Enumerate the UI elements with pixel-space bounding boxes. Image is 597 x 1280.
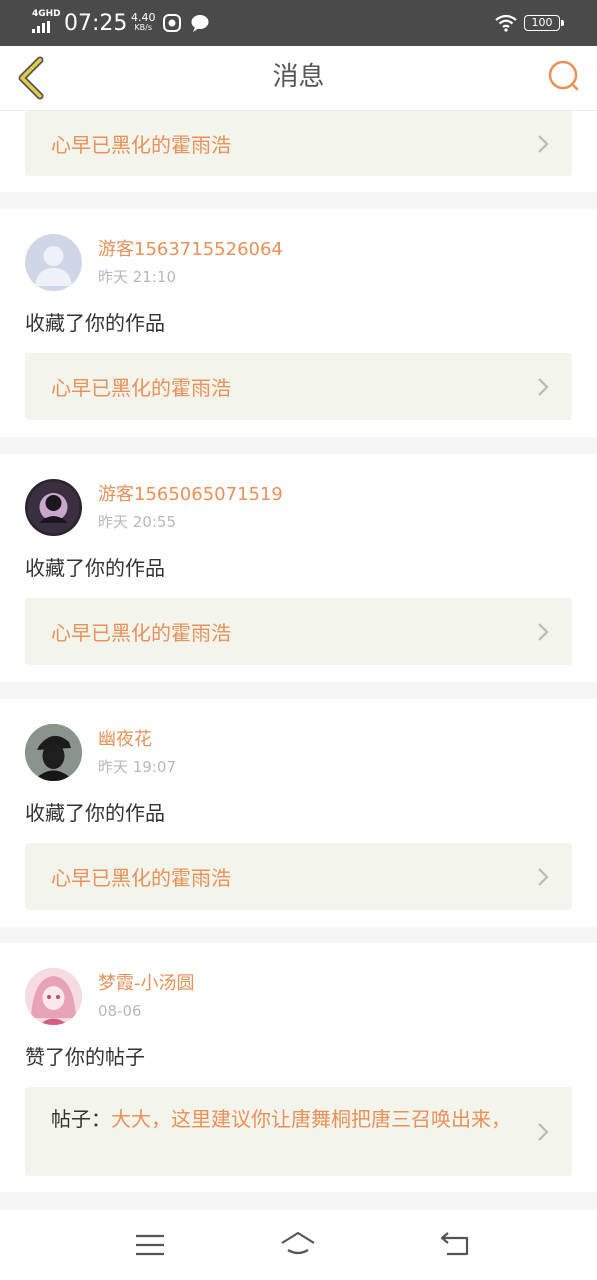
message-notification-icon xyxy=(191,15,209,32)
post-link[interactable]: 帖子：大大，这里建议你让唐舞桐把唐三召唤出来， xyxy=(25,1087,572,1176)
wifi-icon xyxy=(495,14,517,32)
network-type: 4GHD xyxy=(32,9,61,19)
username[interactable]: 游客1563715526064 xyxy=(98,239,283,261)
work-title: 心早已黑化的霍雨浩 xyxy=(51,376,231,400)
home-icon[interactable] xyxy=(280,1230,316,1260)
work-link[interactable]: 心早已黑化的霍雨浩 xyxy=(25,353,572,420)
work-link[interactable]: 心早已黑化的霍雨浩 xyxy=(25,843,572,910)
page-title: 消息 xyxy=(272,62,325,92)
message-card: 心早已黑化的霍雨浩 xyxy=(0,111,597,192)
signal-icon xyxy=(32,21,54,33)
post-text: 大大，这里建议你让唐舞桐把唐三召唤出来， xyxy=(111,1107,511,1131)
message-card: 幽夜花 昨天 19:07 收藏了你的作品 心早已黑化的霍雨浩 xyxy=(0,699,597,927)
app-header: 消息 xyxy=(0,46,597,111)
chevron-right-icon xyxy=(538,134,549,153)
status-bar: 4GHD 07:25 4.40 KB/s 100 xyxy=(0,0,597,46)
battery-indicator: 100 xyxy=(524,15,564,31)
message-card: 游客1565065071519 昨天 20:55 收藏了你的作品 心早已黑化的霍… xyxy=(0,454,597,682)
chevron-right-icon xyxy=(538,867,549,886)
avatar[interactable] xyxy=(25,968,82,1025)
network-speed-unit: KB/s xyxy=(134,23,153,32)
back-icon[interactable] xyxy=(437,1230,473,1260)
network-speed: 4.40 KB/s xyxy=(131,12,156,32)
action-text: 收藏了你的作品 xyxy=(25,801,165,825)
chevron-right-icon xyxy=(538,622,549,641)
timestamp: 昨天 21:10 xyxy=(98,268,176,286)
timestamp: 08-06 xyxy=(98,1002,142,1020)
username[interactable]: 游客1565065071519 xyxy=(98,484,283,506)
clock: 07:25 xyxy=(64,11,128,36)
user-avatar-image xyxy=(25,968,82,1025)
action-text: 赞了你的帖子 xyxy=(25,1045,145,1069)
timestamp: 昨天 19:07 xyxy=(98,758,176,776)
avatar[interactable] xyxy=(25,724,82,781)
message-card: 梦霞-小汤圆 08-06 赞了你的帖子 帖子：大大，这里建议你让唐舞桐把唐三召唤… xyxy=(0,943,597,1192)
username[interactable]: 幽夜花 xyxy=(98,729,152,751)
work-link[interactable]: 心早已黑化的霍雨浩 xyxy=(25,598,572,665)
user-avatar-image xyxy=(25,724,82,781)
search-icon[interactable] xyxy=(545,58,581,94)
work-link[interactable]: 心早已黑化的霍雨浩 xyxy=(25,111,572,176)
post-label: 帖子： xyxy=(51,1107,111,1131)
system-nav-bar xyxy=(0,1210,597,1280)
chevron-right-icon xyxy=(538,377,549,396)
message-card: 游客1563715526064 昨天 21:10 收藏了你的作品 心早已黑化的霍… xyxy=(0,209,597,437)
action-text: 收藏了你的作品 xyxy=(25,556,165,580)
post-excerpt: 帖子：大大，这里建议你让唐舞桐把唐三召唤出来， xyxy=(51,1087,521,1176)
menu-icon[interactable] xyxy=(132,1230,168,1260)
work-title: 心早已黑化的霍雨浩 xyxy=(51,133,231,157)
message-list[interactable]: 心早已黑化的霍雨浩 游客1563715526064 昨天 21:10 收藏了你的… xyxy=(0,111,597,1210)
action-text: 收藏了你的作品 xyxy=(25,311,165,335)
app-notification-icon xyxy=(163,14,181,32)
avatar[interactable] xyxy=(25,479,82,536)
work-title: 心早已黑化的霍雨浩 xyxy=(51,621,231,645)
default-avatar-icon xyxy=(35,246,72,286)
user-avatar-image xyxy=(27,481,80,534)
timestamp: 昨天 20:55 xyxy=(98,513,176,531)
work-title: 心早已黑化的霍雨浩 xyxy=(51,866,231,890)
username[interactable]: 梦霞-小汤圆 xyxy=(98,973,195,995)
avatar[interactable] xyxy=(25,234,82,291)
chevron-right-icon xyxy=(538,1122,549,1141)
